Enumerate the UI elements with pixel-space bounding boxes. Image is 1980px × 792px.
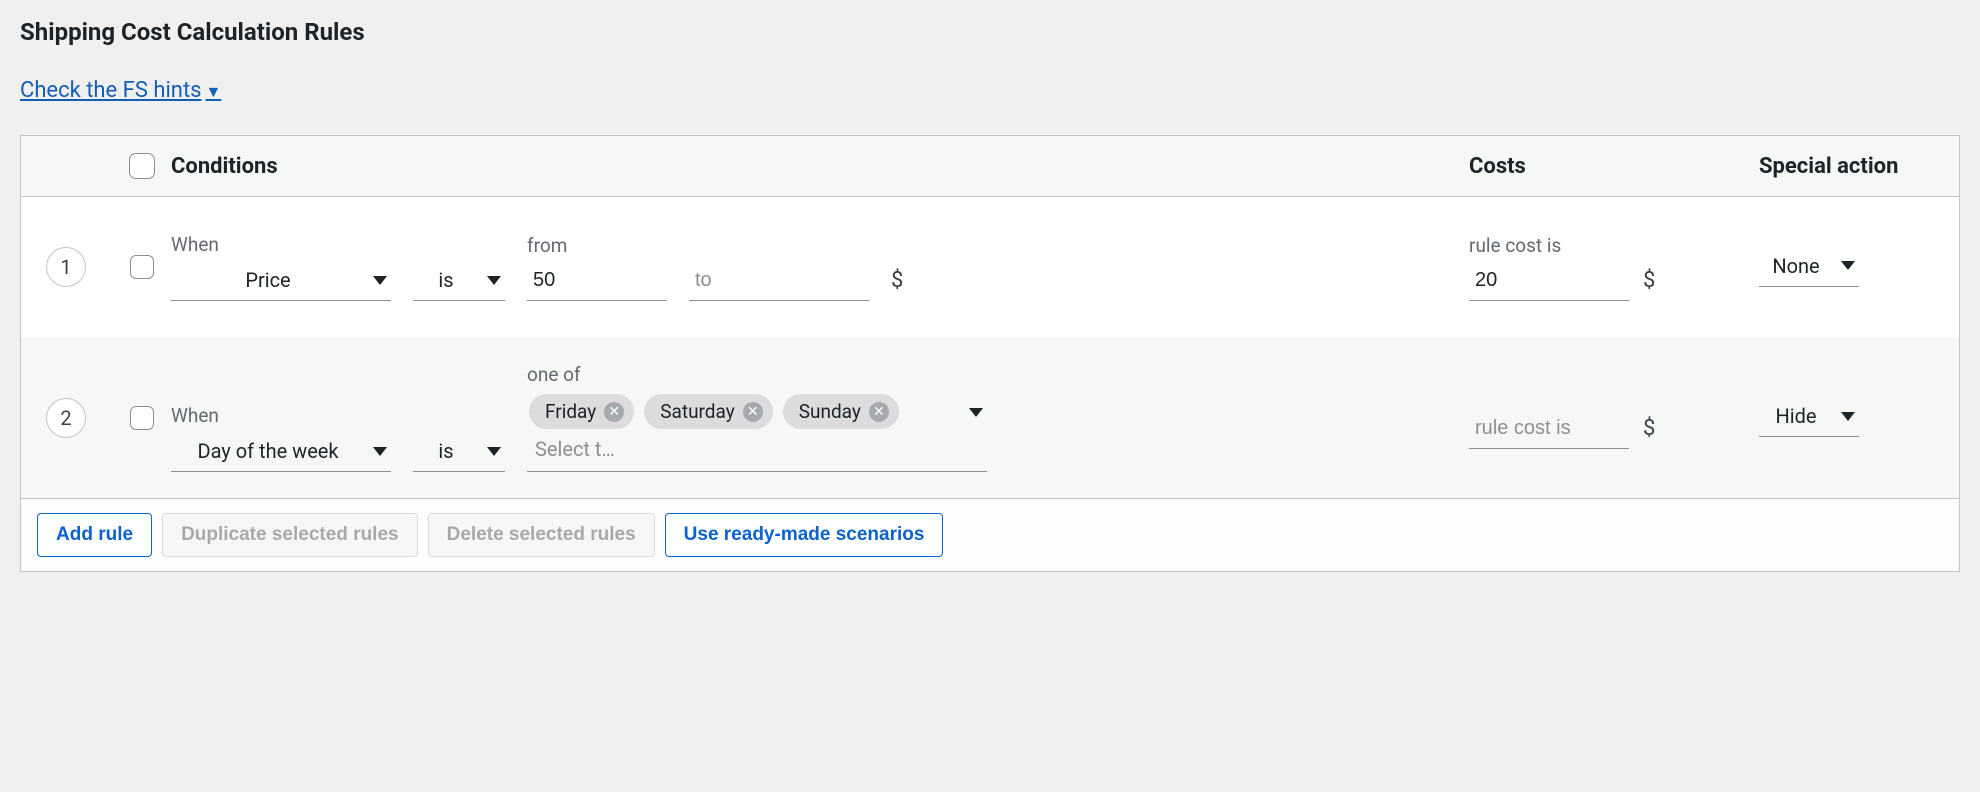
tag-label: Friday xyxy=(545,400,596,423)
operator-select[interactable]: is xyxy=(413,433,505,472)
col-conditions: Conditions xyxy=(171,154,1469,179)
multiselect-tags[interactable]: Friday ✕ Saturday ✕ Sunday ✕ Se xyxy=(527,392,987,472)
table-footer: Add rule Duplicate selected rules Delete… xyxy=(21,498,1959,571)
fs-hints-link[interactable]: Check the FS hints▼ xyxy=(20,78,221,103)
to-input[interactable] xyxy=(689,263,869,301)
close-icon[interactable]: ✕ xyxy=(604,402,624,422)
chevron-down-icon xyxy=(1841,412,1855,421)
table-header: Conditions Costs Special action xyxy=(21,136,1959,197)
tag-label: Sunday xyxy=(799,400,861,423)
one-of-label: one of xyxy=(527,363,987,386)
special-action-value: None xyxy=(1765,254,1827,278)
chevron-down-icon xyxy=(373,447,387,456)
chevron-down-icon xyxy=(1841,261,1855,270)
from-label: from xyxy=(527,234,667,257)
rule-select-checkbox[interactable] xyxy=(130,255,154,279)
from-input[interactable] xyxy=(527,263,667,301)
delete-rules-button[interactable]: Delete selected rules xyxy=(428,513,655,557)
chevron-down-icon xyxy=(969,408,983,417)
special-action-select[interactable]: Hide xyxy=(1759,398,1859,437)
col-costs: Costs xyxy=(1469,154,1759,179)
cost-input[interactable] xyxy=(1469,263,1629,301)
currency-symbol: $ xyxy=(891,268,903,301)
when-label: When xyxy=(171,233,391,256)
add-rule-button[interactable]: Add rule xyxy=(37,513,152,557)
when-select[interactable]: Day of the week xyxy=(171,433,391,472)
when-value: Day of the week xyxy=(177,439,359,463)
operator-select[interactable]: is xyxy=(413,262,505,301)
currency-symbol: $ xyxy=(1643,268,1655,301)
close-icon[interactable]: ✕ xyxy=(743,402,763,422)
operator-value: is xyxy=(419,268,473,292)
multiselect-placeholder: Select t… xyxy=(529,437,615,461)
special-action-select[interactable]: None xyxy=(1759,248,1859,287)
tag: Saturday ✕ xyxy=(644,394,772,429)
when-select[interactable]: Price xyxy=(171,262,391,301)
col-special: Special action xyxy=(1759,154,1959,179)
tag: Friday ✕ xyxy=(529,394,634,429)
cost-input[interactable] xyxy=(1469,411,1629,449)
rule-index: 2 xyxy=(46,398,86,438)
page-title: Shipping Cost Calculation Rules xyxy=(20,18,1960,46)
select-all-checkbox[interactable] xyxy=(129,153,155,179)
operator-value: is xyxy=(419,439,473,463)
duplicate-rules-button[interactable]: Duplicate selected rules xyxy=(162,513,418,557)
when-label: When xyxy=(171,404,391,427)
close-icon[interactable]: ✕ xyxy=(869,402,889,422)
table-row: 1 When Price i xyxy=(21,197,1959,337)
rules-table: Conditions Costs Special action 1 When P… xyxy=(20,135,1960,572)
rule-index: 1 xyxy=(46,247,86,287)
special-action-value: Hide xyxy=(1765,404,1827,428)
cost-label: rule cost is xyxy=(1469,234,1759,257)
fs-hints-text: Check the FS hints xyxy=(20,78,202,103)
chevron-down-icon xyxy=(487,447,501,456)
tag-label: Saturday xyxy=(660,400,734,423)
ready-scenarios-button[interactable]: Use ready-made scenarios xyxy=(665,513,944,557)
chevron-down-icon: ▼ xyxy=(206,82,222,101)
currency-symbol: $ xyxy=(1643,416,1655,449)
when-value: Price xyxy=(177,268,359,292)
chevron-down-icon xyxy=(373,276,387,285)
table-row: 2 When Day of the week xyxy=(21,337,1959,498)
tag: Sunday ✕ xyxy=(783,394,899,429)
chevron-down-icon xyxy=(487,276,501,285)
rule-select-checkbox[interactable] xyxy=(130,406,154,430)
